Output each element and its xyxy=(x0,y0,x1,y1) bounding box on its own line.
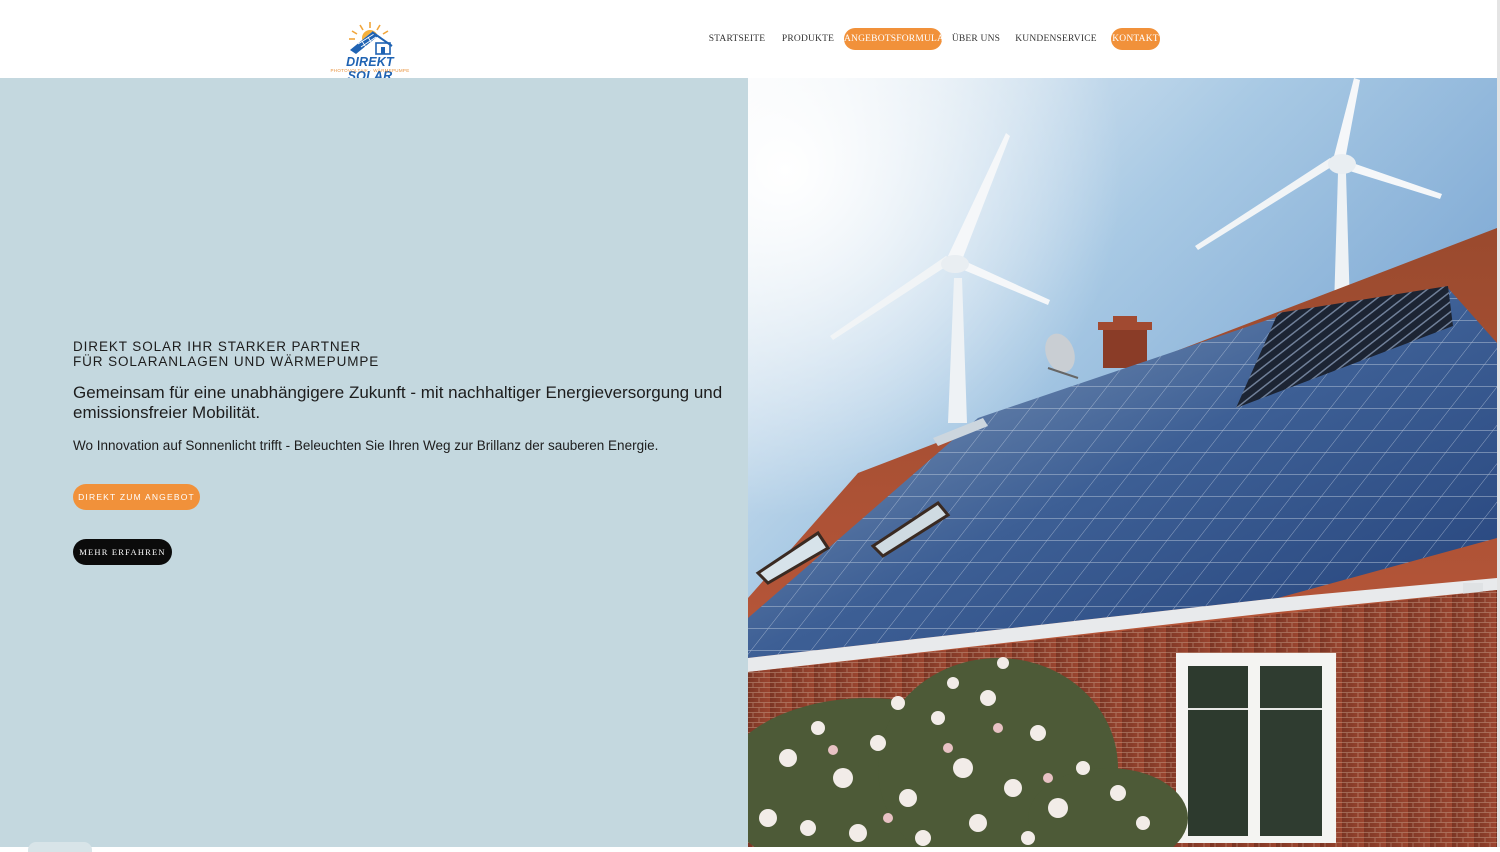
nav-item-produkte[interactable]: PRODUKTE xyxy=(779,28,837,50)
hero-headline: Gemeinsam für eine unabhängigere Zukunft… xyxy=(73,383,723,422)
brand-tagline: PHOTOVOLTAIK · WÄRMEPUMPE xyxy=(330,68,410,73)
corner-tab[interactable] xyxy=(28,842,92,852)
site-header: DIREKT SOLAR PHOTOVOLTAIK · WÄRMEPUMPE S… xyxy=(0,0,1497,83)
hero-text-panel: DIREKT SOLAR IHR STARKER PARTNER FÜR SOL… xyxy=(0,78,748,852)
hero-subline: Wo Innovation auf Sonnenlicht trifft - B… xyxy=(73,438,659,453)
hero-image xyxy=(748,78,1497,847)
nav-item-startseite[interactable]: STARTSEITE xyxy=(706,28,768,50)
nav-item-kundenservice[interactable]: KUNDENSERVICE xyxy=(1014,28,1098,50)
nav-item-ueber-uns[interactable]: ÜBER UNS xyxy=(950,28,1002,50)
nav-item-angebotsformular[interactable]: ANGEBOTSFORMULAR xyxy=(844,28,950,50)
hero-eyebrow-line-2: FÜR SOLARANLAGEN UND WÄRMEPUMPE xyxy=(73,354,380,369)
main-nav: STARTSEITE PRODUKTE ANGEBOTSFORMULAR ÜBE… xyxy=(0,28,1497,50)
offer-button[interactable]: DIREKT ZUM ANGEBOT xyxy=(73,484,200,510)
hero-eyebrow-line-1: DIREKT SOLAR IHR STARKER PARTNER xyxy=(73,339,362,354)
nav-item-kontakt[interactable]: KONTAKT xyxy=(1111,28,1160,50)
hero-eyebrow: DIREKT SOLAR IHR STARKER PARTNER FÜR SOL… xyxy=(73,339,379,369)
learn-more-button[interactable]: MEHR ERFAHREN xyxy=(73,539,172,565)
house-solar-wind-illustration xyxy=(748,78,1497,847)
